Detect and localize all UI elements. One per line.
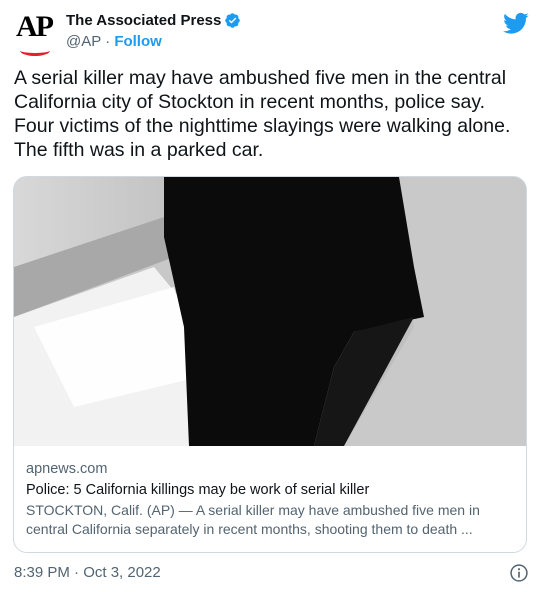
avatar-logo-swoosh: [20, 45, 50, 56]
tweet-text: A serial killer may have ambushed five m…: [14, 67, 511, 161]
follow-button[interactable]: Follow: [114, 33, 162, 50]
tweet-header: AP The Associated Press @AP · Follow: [14, 10, 529, 56]
avatar-logo-text: AP: [16, 10, 54, 43]
link-preview-card[interactable]: apnews.com Police: 5 California killings…: [13, 176, 527, 553]
author-name-row: The Associated Press: [66, 12, 241, 29]
card-title[interactable]: Police: 5 California killings may be wor…: [26, 481, 516, 500]
card-domain: apnews.com: [26, 461, 108, 477]
article-image: [14, 177, 526, 446]
info-icon[interactable]: [509, 563, 529, 583]
twitter-bird-icon[interactable]: [503, 10, 529, 36]
author-handle[interactable]: @AP: [66, 33, 101, 50]
handle-separator: ·: [105, 33, 111, 50]
verified-badge-icon: [225, 13, 241, 28]
author-avatar[interactable]: AP: [14, 10, 60, 56]
tweet-timestamp[interactable]: 8:39 PM · Oct 3, 2022: [14, 564, 161, 581]
author-display-name[interactable]: The Associated Press: [66, 12, 221, 29]
author-handle-row: @AP · Follow: [66, 33, 162, 50]
card-info: apnews.com Police: 5 California killings…: [26, 460, 516, 539]
card-description: STOCKTON, Calif. (AP) — A serial killer …: [26, 502, 480, 537]
